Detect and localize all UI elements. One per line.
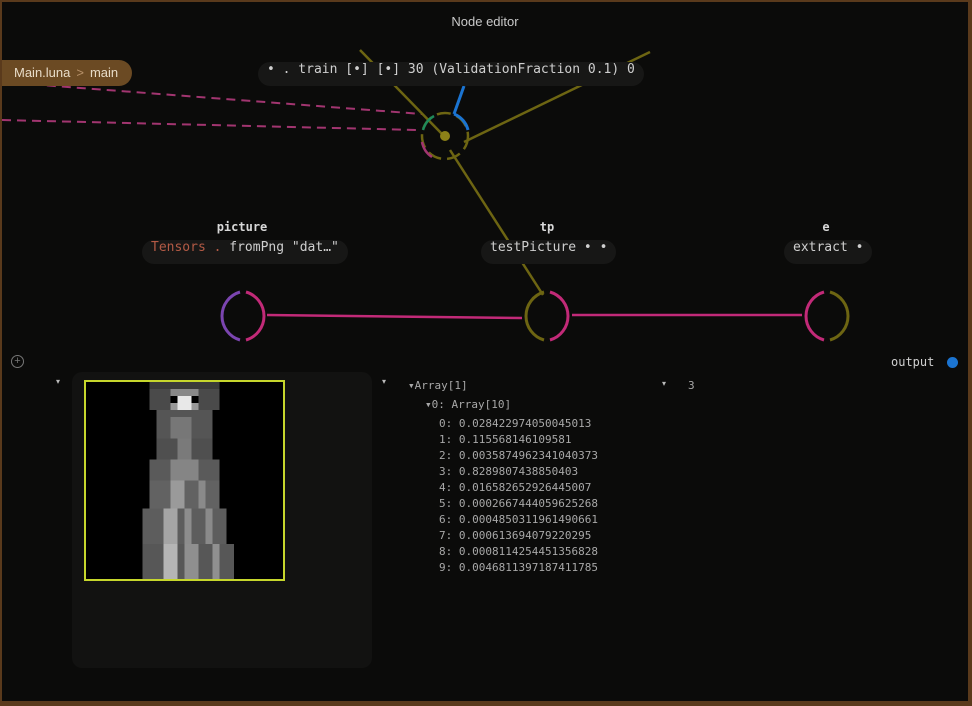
breadcrumb-function[interactable]: main [90, 65, 118, 80]
picture-node-expression[interactable]: Tensors . fromPng "dat…" [142, 240, 348, 264]
array-item: 3: 0.8289807438850403 [439, 465, 579, 478]
breadcrumb-separator: > [76, 65, 84, 80]
train-node-expression[interactable]: • . train [•] [•] 30 (ValidationFraction… [258, 62, 644, 86]
e-node-expression[interactable]: extract • [784, 240, 873, 264]
output-port[interactable] [947, 357, 958, 368]
array-root-node[interactable]: ▾Array[1] [408, 379, 468, 392]
connection-wire[interactable] [266, 313, 523, 320]
array-count: 3 [688, 379, 695, 392]
array-child-label: 0: Array[10] [431, 398, 512, 411]
tp-node-label[interactable]: tp [487, 220, 607, 234]
node-editor-window: Node editor Main.luna > main • . train [… [2, 2, 968, 701]
array-item: 6: 0.0004850311961490661 [439, 513, 598, 526]
dress-image [142, 382, 234, 579]
e-node-port[interactable] [804, 290, 850, 342]
tp-node-expression[interactable]: testPicture • • [481, 240, 617, 264]
array-item: 2: 0.0035874962341040373 [439, 449, 598, 462]
train-node-port[interactable] [420, 111, 470, 161]
picture-preview [84, 380, 285, 581]
breadcrumb-file[interactable]: Main.luna [14, 65, 70, 80]
e-node-label[interactable]: e [766, 220, 886, 234]
picture-expr-class: Tensors [151, 240, 206, 255]
array-item: 7: 0.000613694079220295 [439, 529, 592, 542]
picture-node-port[interactable] [220, 290, 266, 342]
train-node-code: . train [•] [•] 30 (ValidationFraction 0… [282, 62, 635, 77]
picture-expr-call: fromPng [229, 240, 285, 255]
output-label: output [891, 355, 935, 369]
array-root-label: Array[1] [414, 379, 468, 392]
picture-expr-arg: "dat…" [291, 240, 339, 255]
dashed-connection[interactable] [2, 81, 423, 115]
train-node-dot: • [267, 62, 275, 77]
breadcrumb[interactable]: Main.luna > main [2, 60, 133, 86]
add-port-icon[interactable]: + [11, 355, 24, 368]
array-expand-icon[interactable]: ▾ [662, 379, 666, 388]
array-item: 0: 0.028422974050045013 [439, 417, 592, 430]
dashed-connection[interactable] [2, 119, 418, 131]
picture-expr-dot: . [213, 240, 222, 255]
picture-node-label[interactable]: picture [182, 220, 302, 234]
array-child-node[interactable]: ▾0: Array[10] [425, 398, 511, 411]
connection-wire-blue[interactable] [452, 85, 466, 115]
visualizer-toggle-icon[interactable]: ▾ [382, 377, 386, 386]
tp-node-port[interactable] [524, 290, 570, 342]
array-item: 4: 0.016582652926445007 [439, 481, 592, 494]
array-item: 5: 0.0002667444059625268 [439, 497, 598, 510]
array-item: 1: 0.115568146109581 [439, 433, 572, 446]
visualizer-toggle-icon[interactable]: ▾ [56, 377, 60, 386]
array-item: 8: 0.0008114254451356828 [439, 545, 598, 558]
array-item: 9: 0.0046811397187411785 [439, 561, 598, 574]
